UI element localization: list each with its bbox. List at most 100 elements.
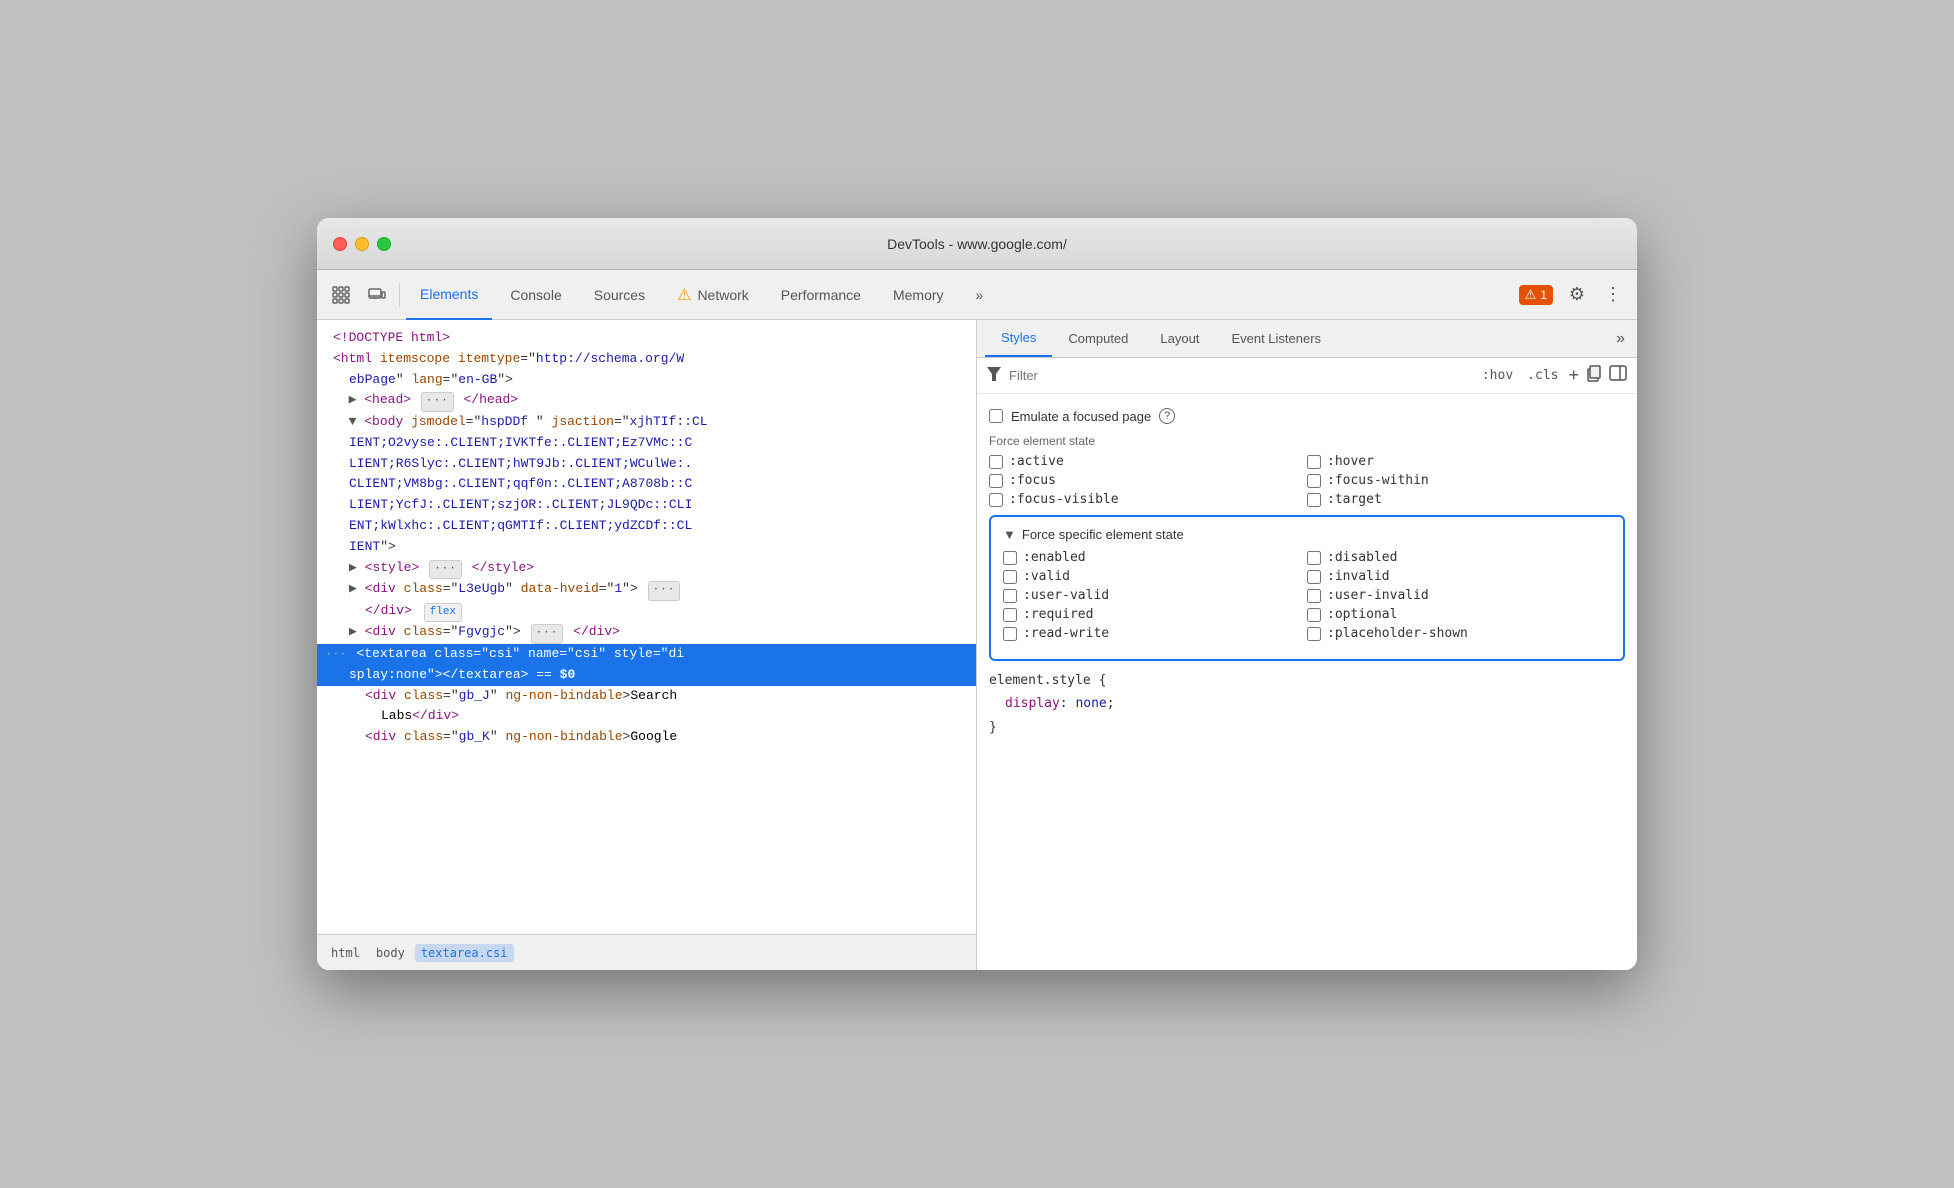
state-enabled-checkbox[interactable] [1003,551,1017,565]
head-expand-arrow[interactable]: ▶ [349,392,357,407]
state-user-valid: :user-valid [1003,588,1307,603]
state-disabled-checkbox[interactable] [1307,551,1321,565]
hov-button[interactable]: :hov [1478,366,1517,385]
dom-line-body-c5: ENT;kWlxhc:.CLIENT;qGMTIf:.CLIENT;ydZCDf… [317,516,976,537]
state-disabled: :disabled [1307,550,1611,565]
styles-controls: :hov .cls + [1478,364,1627,387]
settings-button[interactable]: ⚙ [1561,279,1593,311]
state-valid: :valid [1003,569,1307,584]
dom-line-textarea-cont[interactable]: splay:none"></textarea> == $0 [317,665,976,686]
head-dots[interactable]: ··· [421,392,454,412]
dom-line-gbk[interactable]: <div class="gb_K" ng-non-bindable>Google [317,727,976,748]
styles-tabs-more-button[interactable]: » [1612,326,1629,352]
state-placeholder-shown: :placeholder-shown [1307,626,1611,641]
state-focus-visible-checkbox[interactable] [989,493,1003,507]
styles-content[interactable]: Emulate a focused page ? Force element s… [977,394,1637,970]
tab-console[interactable]: Console [496,270,575,320]
tab-more[interactable]: » [962,270,998,320]
inspect-element-button[interactable] [325,279,357,311]
flex-badge[interactable]: flex [424,603,462,623]
state-placeholder-shown-checkbox[interactable] [1307,627,1321,641]
state-focus-within-checkbox[interactable] [1307,474,1321,488]
state-optional-checkbox[interactable] [1307,608,1321,622]
more-options-button[interactable]: ⋮ [1597,279,1629,311]
state-user-valid-checkbox[interactable] [1003,589,1017,603]
dom-line-body-c3: CLIENT;VM8bg:.CLIENT;qqf0n:.CLIENT;A8708… [317,474,976,495]
force-element-state-grid: :active :hover :focus :focus-within [989,454,1625,507]
devtools-toolbar: Elements Console Sources ⚠ Network Perfo… [317,270,1637,320]
breadcrumb-textarea[interactable]: textarea.csi [415,944,514,962]
state-user-invalid-checkbox[interactable] [1307,589,1321,603]
state-invalid: :invalid [1307,569,1611,584]
window-title: DevTools - www.google.com/ [887,236,1067,252]
dom-line-head[interactable]: ▶ <head> ··· </head> [317,390,976,412]
minimize-button[interactable] [355,237,369,251]
state-read-write-checkbox[interactable] [1003,627,1017,641]
dom-line-div-l3[interactable]: ▶ <div class="L3eUgb" data-hveid="1"> ··… [317,579,976,601]
state-focus: :focus [989,473,1307,488]
state-focus-checkbox[interactable] [989,474,1003,488]
tab-memory[interactable]: Memory [879,270,958,320]
state-invalid-checkbox[interactable] [1307,570,1321,584]
dom-line-body-c1: IENT;O2vyse:.CLIENT;IVKTfe:.CLIENT;Ez7VM… [317,433,976,454]
dom-line-body-c4: LIENT;YcfJ:.CLIENT;szjOR:.CLIENT;JL9QDc:… [317,495,976,516]
issues-badge[interactable]: ⚠ 1 [1519,285,1553,305]
state-enabled: :enabled [1003,550,1307,565]
dom-line-body[interactable]: ▼ <body jsmodel="hspDDf " jsaction="xjhT… [317,412,976,433]
state-target-checkbox[interactable] [1307,493,1321,507]
breadcrumb-html[interactable]: html [325,944,366,962]
fgvgjc-expand-arrow[interactable]: ▶ [349,624,357,639]
emulate-help-icon[interactable]: ? [1159,408,1175,424]
dom-line-html-open[interactable]: <html itemscope itemtype="http://schema.… [317,349,976,370]
state-required-checkbox[interactable] [1003,608,1017,622]
div-l3-expand-arrow[interactable]: ▶ [349,581,357,596]
close-button[interactable] [333,237,347,251]
fgvgjc-dots[interactable]: ··· [531,624,564,644]
breadcrumb-body[interactable]: body [370,944,411,962]
add-style-button[interactable]: + [1568,365,1579,386]
network-warning-icon: ⚠ [677,285,691,305]
dom-line-textarea-selected[interactable]: ··· <textarea class="csi" name="csi" sty… [317,644,976,665]
dom-line-style[interactable]: ▶ <style> ··· </style> [317,558,976,580]
state-valid-checkbox[interactable] [1003,570,1017,584]
dom-line-doctype: <!DOCTYPE html> [317,328,976,349]
breadcrumb: html body textarea.csi [317,934,976,970]
state-active-checkbox[interactable] [989,455,1003,469]
state-user-invalid: :user-invalid [1307,588,1611,603]
dom-line-fgvgjc[interactable]: ▶ <div class="Fgvgjc"> ··· </div> [317,622,976,644]
style-expand-arrow[interactable]: ▶ [349,560,357,575]
device-toggle-button[interactable] [361,279,393,311]
filter-input[interactable] [1009,368,1470,383]
body-expand-arrow[interactable]: ▼ [349,414,357,429]
tab-sources[interactable]: Sources [580,270,659,320]
tab-network[interactable]: ⚠ Network [663,270,763,320]
emulate-focused-label: Emulate a focused page [1011,409,1151,424]
devtools-main: <!DOCTYPE html> <html itemscope itemtype… [317,320,1637,970]
tab-computed[interactable]: Computed [1052,321,1144,356]
state-focus-visible: :focus-visible [989,492,1307,507]
dom-line-gbj-close: Labs</div> [317,706,976,727]
tab-styles[interactable]: Styles [985,320,1052,357]
tab-elements[interactable]: Elements [406,270,492,320]
copy-style-button[interactable] [1585,364,1603,387]
dom-more-dots: ··· [325,645,347,664]
specific-state-collapse-arrow[interactable]: ▼ [1003,527,1016,542]
styles-panel: Styles Computed Layout Event Listeners »… [977,320,1637,970]
toggle-sidebar-button[interactable] [1609,364,1627,387]
dom-line-div-l3-close: </div> flex [317,601,976,623]
tab-event-listeners[interactable]: Event Listeners [1215,321,1337,356]
force-specific-element-state-section: ▼ Force specific element state :enabled … [989,515,1625,661]
cls-button[interactable]: .cls [1523,366,1562,385]
specific-state-grid: :enabled :disabled :valid :invalid [1003,550,1611,641]
emulate-focused-checkbox[interactable] [989,409,1003,423]
dom-tree[interactable]: <!DOCTYPE html> <html itemscope itemtype… [317,320,976,934]
tab-layout[interactable]: Layout [1144,321,1215,356]
maximize-button[interactable] [377,237,391,251]
dom-line-gbj[interactable]: <div class="gb_J" ng-non-bindable>Search [317,686,976,707]
style-dots[interactable]: ··· [429,560,462,580]
styles-tabs: Styles Computed Layout Event Listeners » [977,320,1637,358]
state-hover-checkbox[interactable] [1307,455,1321,469]
state-required: :required [1003,607,1307,622]
div-l3-dots[interactable]: ··· [648,581,681,601]
tab-performance[interactable]: Performance [767,270,875,320]
